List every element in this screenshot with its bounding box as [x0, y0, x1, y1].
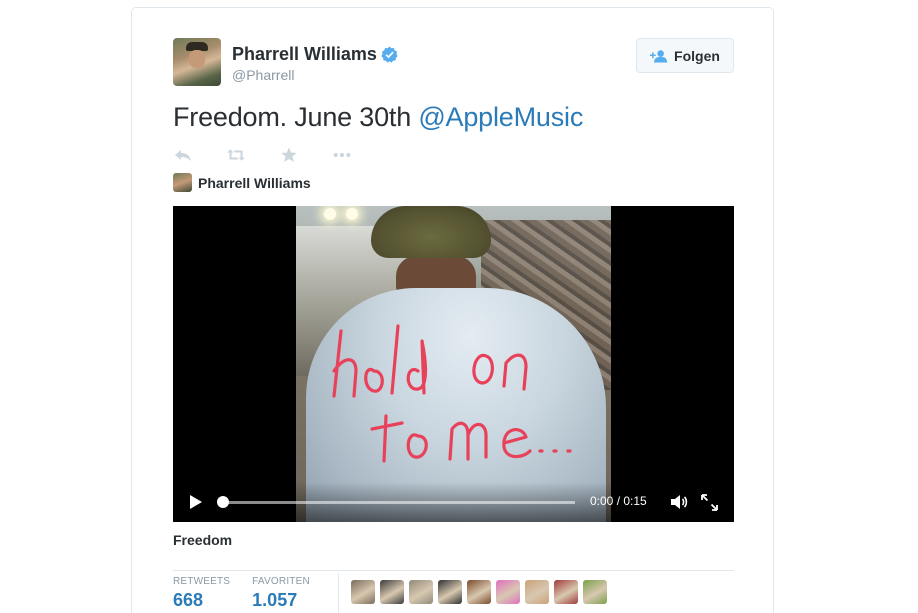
author-name[interactable]: Pharrell Williams	[232, 44, 377, 65]
retweets-label: RETWEETS	[173, 576, 231, 587]
stats-separator	[338, 573, 339, 613]
user-avatar-9[interactable]	[583, 580, 607, 604]
favorites-stat[interactable]: FAVORITEN 1.057	[252, 576, 310, 611]
author-name-row: Pharrell Williams	[232, 44, 398, 65]
user-avatar-2[interactable]	[380, 580, 404, 604]
retweets-count: 668	[173, 590, 204, 610]
stats-divider	[173, 570, 734, 571]
tweet-header: Pharrell Williams @Pharrell Folgen	[173, 38, 734, 86]
reply-icon	[175, 150, 191, 161]
add-user-icon	[650, 49, 668, 63]
user-avatar-6[interactable]	[496, 580, 520, 604]
stage-light	[324, 208, 336, 220]
tweet-text: Freedom. June 30th @AppleMusic	[173, 102, 583, 133]
jacket-handwriting	[332, 324, 572, 463]
tweet-card: Pharrell Williams @Pharrell Folgen Freed…	[131, 7, 774, 613]
star-icon	[281, 147, 297, 163]
card-author-name: Pharrell Williams	[198, 174, 311, 191]
author-avatar[interactable]	[173, 38, 221, 86]
expand-icon[interactable]	[701, 494, 718, 511]
user-avatar-1[interactable]	[351, 580, 375, 604]
stage-light	[346, 208, 358, 220]
retweets-stat[interactable]: RETWEETS 668	[173, 576, 230, 611]
person-hat	[371, 206, 491, 258]
tweet-stats: RETWEETS 668 FAVORITEN 1.057	[173, 576, 332, 611]
video-frame	[296, 206, 611, 522]
retweet-button[interactable]	[226, 145, 246, 165]
author-block: Pharrell Williams @Pharrell	[232, 44, 398, 83]
reply-button[interactable]	[173, 145, 193, 165]
card-author-avatar	[173, 173, 192, 192]
verified-badge-icon	[381, 46, 398, 63]
more-button[interactable]	[332, 145, 352, 165]
favorites-count: 1.057	[252, 590, 298, 610]
favoriter-avatars	[351, 580, 612, 604]
play-icon[interactable]	[189, 494, 203, 510]
time-display: 0:00 / 0:15	[590, 494, 647, 508]
card-author[interactable]: Pharrell Williams	[173, 173, 311, 192]
user-avatar-5[interactable]	[467, 580, 491, 604]
follow-button[interactable]: Folgen	[636, 38, 734, 73]
user-avatar-8[interactable]	[554, 580, 578, 604]
progress-knob[interactable]	[217, 496, 229, 508]
user-avatar-3[interactable]	[409, 580, 433, 604]
volume-icon[interactable]	[670, 494, 688, 510]
video-player[interactable]: 0:00 / 0:15	[173, 206, 734, 522]
mention-link[interactable]: @AppleMusic	[418, 102, 583, 132]
user-avatar-4[interactable]	[438, 580, 462, 604]
tweet-actions	[173, 145, 385, 165]
more-dots-icon	[333, 152, 351, 158]
video-controls: 0:00 / 0:15	[173, 482, 734, 522]
retweet-icon	[227, 149, 245, 161]
card-title[interactable]: Freedom	[173, 532, 232, 548]
favorites-label: FAVORITEN	[252, 576, 310, 587]
user-avatar-7[interactable]	[525, 580, 549, 604]
follow-label: Folgen	[674, 47, 720, 64]
progress-track[interactable]	[219, 501, 575, 504]
author-handle[interactable]: @Pharrell	[232, 67, 398, 83]
tweet-text-plain: Freedom. June 30th	[173, 102, 419, 132]
favorite-button[interactable]	[279, 145, 299, 165]
